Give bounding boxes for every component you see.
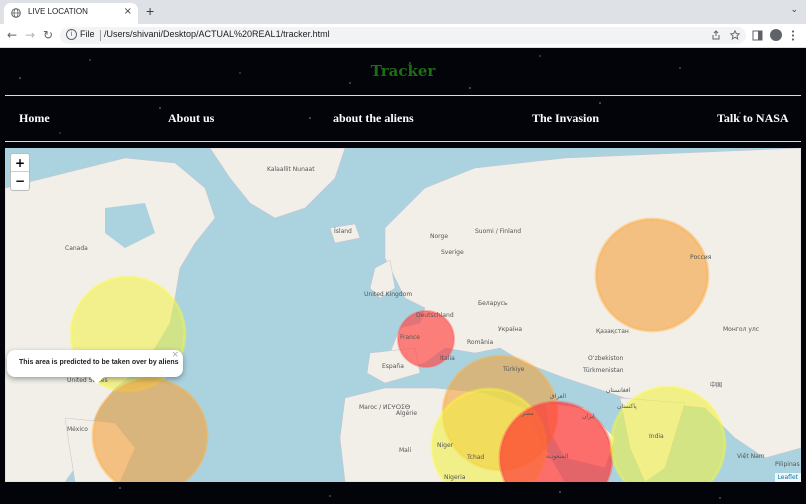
popup-text: This area is predicted to be taken over … — [19, 359, 179, 366]
popup-tip — [90, 377, 104, 384]
divider-bottom — [5, 141, 801, 142]
bookmark-star-icon[interactable] — [730, 30, 740, 40]
map-label: افغانستان — [606, 387, 631, 394]
map-label: ایران — [582, 413, 595, 420]
address-bar[interactable]: i File /Users/shivani/Desktop/ACTUAL%20R… — [60, 27, 746, 44]
map-label: 中国 — [710, 382, 723, 389]
map-label: Türkmenistan — [583, 367, 624, 374]
map-label: Norge — [430, 233, 449, 240]
tab-live-location[interactable]: LIVE LOCATION × — [4, 3, 138, 24]
map-label: Italia — [440, 355, 455, 362]
map-label: Pilipinas — [775, 461, 800, 468]
nav-about-us[interactable]: About us — [168, 111, 214, 126]
map-tiles — [5, 148, 801, 482]
map-label: United Kingdom — [364, 291, 413, 298]
map-label: Nigeria — [444, 474, 466, 481]
russia-zone — [594, 217, 710, 333]
map-attribution[interactable]: Leaflet — [774, 473, 801, 482]
map-label: Niger — [437, 442, 454, 449]
map-label: Монгол улс — [723, 326, 760, 333]
tab-title: LIVE LOCATION — [28, 7, 88, 16]
zoom-in-button[interactable]: + — [11, 154, 29, 172]
page-title: Tracker — [370, 62, 436, 80]
share-icon[interactable] — [711, 30, 721, 40]
map-label: Sverige — [441, 249, 464, 256]
map-label: India — [649, 433, 664, 440]
map-popup: This area is predicted to be taken over … — [7, 350, 183, 384]
map-label: Ísland — [334, 228, 352, 235]
map-label: Türkiye — [503, 366, 525, 373]
file-label: File — [80, 29, 95, 39]
greenland-landmass — [209, 148, 346, 219]
map-label: العراق — [550, 393, 567, 400]
more-menu-icon[interactable] — [791, 30, 795, 41]
forward-button[interactable]: → — [25, 28, 35, 42]
zoom-control: + − — [10, 153, 30, 191]
map-label: Deutschland — [416, 312, 454, 319]
map-label: Oʻzbekiston — [588, 355, 624, 362]
tab-search-icon[interactable]: ⌄ — [790, 5, 798, 15]
india-zone — [609, 385, 727, 482]
caribbean-zone — [91, 377, 209, 482]
globe-icon — [11, 8, 21, 18]
address-separator — [100, 30, 101, 41]
map-label: România — [467, 339, 494, 346]
map-label: Kalaallit Nunaat — [267, 166, 315, 173]
reload-button[interactable]: ↻ — [43, 28, 53, 42]
map-label: México — [67, 426, 88, 433]
tab-strip: LIVE LOCATION × + ⌄ — [0, 0, 806, 24]
map-label: France — [400, 334, 420, 341]
map-label: Mali — [399, 447, 412, 454]
nav-home[interactable]: Home — [19, 111, 50, 126]
map-label: Việt Nam — [737, 453, 765, 460]
map-label: پاکستان — [617, 403, 637, 410]
browser-toolbar: ← → ↻ i File /Users/shivani/Desktop/ACTU… — [0, 24, 806, 48]
site-info-icon[interactable]: i — [66, 29, 77, 40]
nav-about-aliens[interactable]: about the aliens — [333, 111, 414, 126]
url-text[interactable]: /Users/shivani/Desktop/ACTUAL%20REAL1/tr… — [104, 29, 330, 39]
map-label: España — [382, 363, 404, 370]
zoom-out-button[interactable]: − — [11, 172, 29, 190]
map-label: Suomi / Finland — [475, 228, 522, 235]
world-map[interactable]: Kalaallit Nunaat Canada Ísland Norge Suo… — [5, 148, 801, 482]
nav-talk-to-nasa[interactable]: Talk to NASA — [717, 111, 789, 126]
map-label: Беларусь — [478, 300, 508, 307]
page-body: Tracker Home About us about the aliens T… — [0, 48, 806, 504]
back-button[interactable]: ← — [7, 28, 17, 42]
map-label: Россия — [690, 254, 712, 261]
map-label: السعودية — [546, 453, 569, 460]
map-label: Algérie — [396, 410, 418, 417]
map-label: Україна — [498, 326, 523, 333]
divider-top — [5, 95, 801, 96]
map-label: Tchad — [467, 454, 485, 461]
map-label: Қазақстан — [596, 328, 629, 335]
nav-invasion[interactable]: The Invasion — [532, 111, 599, 126]
side-panel-icon[interactable] — [752, 30, 763, 41]
map-label: مصر — [522, 410, 534, 417]
popup-close-icon[interactable]: × — [171, 350, 179, 360]
profile-avatar[interactable] — [770, 29, 782, 41]
tab-close-icon[interactable]: × — [124, 6, 132, 17]
new-tab-button[interactable]: + — [146, 3, 154, 19]
map-label: Canada — [65, 245, 88, 252]
